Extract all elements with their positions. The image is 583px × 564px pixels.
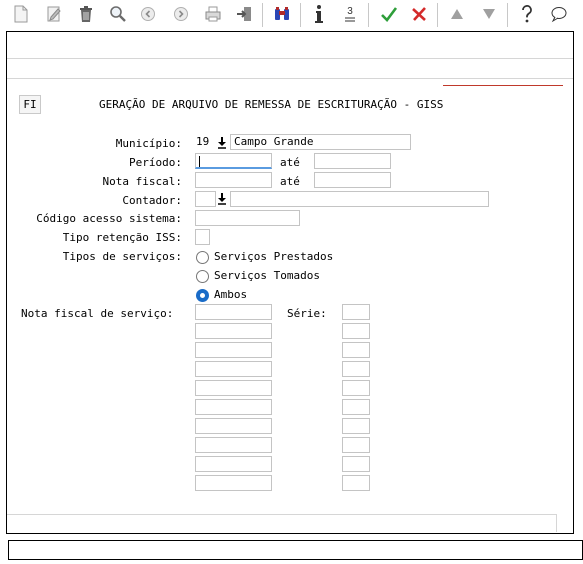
chat-icon[interactable] <box>548 3 570 25</box>
serie-field[interactable] <box>342 304 370 320</box>
radio-servicos-prestados-label: Serviços Prestados <box>214 250 334 263</box>
dropdown-arrow-icon[interactable] <box>216 136 228 150</box>
exit-icon[interactable] <box>233 3 255 25</box>
periodo-ate-label: até <box>280 156 300 169</box>
codigo-acesso-field[interactable] <box>195 210 300 226</box>
periodo-from-field[interactable] <box>195 153 272 169</box>
contador-label: Contador: <box>122 194 182 207</box>
nota-fiscal-servico-field[interactable] <box>195 304 272 320</box>
nota-fiscal-servico-field[interactable] <box>195 380 272 396</box>
serie-field[interactable] <box>342 323 370 339</box>
nota-fiscal-servico-field[interactable] <box>195 456 272 472</box>
periodo-to-field[interactable] <box>314 153 391 169</box>
nota-from-field[interactable] <box>195 172 272 188</box>
binoculars-icon[interactable] <box>271 3 293 25</box>
nota-fiscal-servico-field[interactable] <box>195 323 272 339</box>
tipos-servicos-label: Tipos de serviços: <box>62 250 182 263</box>
list-number-icon[interactable]: 3 <box>339 3 361 25</box>
cancel-icon[interactable] <box>408 3 430 25</box>
nota-to-field[interactable] <box>314 172 391 188</box>
municipio-name-field[interactable]: Campo Grande <box>230 134 411 150</box>
trash-icon[interactable] <box>75 3 97 25</box>
nota-fiscal-servico-label: Nota fiscal de serviço: <box>21 307 174 320</box>
serie-field[interactable] <box>342 418 370 434</box>
bottom-strip <box>7 514 557 532</box>
dropdown-arrow-icon[interactable] <box>216 192 228 206</box>
serie-field[interactable] <box>342 361 370 377</box>
codigo-acesso-label: Código acesso sistema: <box>36 212 182 225</box>
divider-line <box>443 85 563 86</box>
tipo-retencao-field[interactable] <box>195 229 210 245</box>
contador-name-field[interactable] <box>230 191 489 207</box>
message-strip <box>7 58 573 79</box>
nota-fiscal-servico-field[interactable] <box>195 475 272 491</box>
nota-fiscal-servico-field[interactable] <box>195 361 272 377</box>
next-icon[interactable] <box>170 3 192 25</box>
nota-fiscal-servico-field[interactable] <box>195 399 272 415</box>
radio-ambos-label: Ambos <box>214 288 248 301</box>
radio-servicos-tomados[interactable] <box>196 270 209 283</box>
previous-icon[interactable] <box>137 3 159 25</box>
serie-field[interactable] <box>342 342 370 358</box>
new-icon[interactable] <box>10 3 32 25</box>
nota-ate-label: até <box>280 175 300 188</box>
last-icon[interactable] <box>478 3 500 25</box>
serie-field[interactable] <box>342 456 370 472</box>
municipio-code-field[interactable]: 19 <box>195 135 216 151</box>
serie-field[interactable] <box>342 475 370 491</box>
nota-fiscal-servico-field[interactable] <box>195 418 272 434</box>
print-icon[interactable] <box>202 3 224 25</box>
contador-code-field[interactable] <box>195 191 216 207</box>
serie-field[interactable] <box>342 437 370 453</box>
radio-ambos[interactable] <box>196 289 209 302</box>
radio-servicos-prestados[interactable] <box>196 251 209 264</box>
periodo-label: Período: <box>129 156 182 169</box>
search-icon[interactable] <box>107 3 129 25</box>
svg-text:3: 3 <box>347 6 353 17</box>
serie-label: Série: <box>287 307 327 320</box>
tipo-retencao-label: Tipo retenção ISS: <box>62 231 182 244</box>
radio-servicos-tomados-label: Serviços Tomados <box>214 269 320 282</box>
help-icon[interactable] <box>516 3 538 25</box>
nota-fiscal-servico-field[interactable] <box>195 437 272 453</box>
municipio-label: Município: <box>115 137 182 150</box>
form-frame: FI GERAÇÃO DE ARQUIVO DE REMESSA DE ESCR… <box>6 31 574 534</box>
info-icon[interactable] <box>308 3 330 25</box>
first-icon[interactable] <box>446 3 468 25</box>
serie-field[interactable] <box>342 380 370 396</box>
nota-fiscal-servico-field[interactable] <box>195 342 272 358</box>
toolbar: 3 <box>0 0 583 30</box>
text-caret <box>199 156 200 167</box>
edit-icon[interactable] <box>43 3 65 25</box>
nota-fiscal-label: Nota fiscal: <box>102 175 182 188</box>
page-title: GERAÇÃO DE ARQUIVO DE REMESSA DE ESCRITU… <box>99 98 444 111</box>
serie-field[interactable] <box>342 399 370 415</box>
status-bar <box>8 540 583 560</box>
confirm-icon[interactable] <box>378 3 400 25</box>
mode-indicator: FI <box>19 95 41 114</box>
